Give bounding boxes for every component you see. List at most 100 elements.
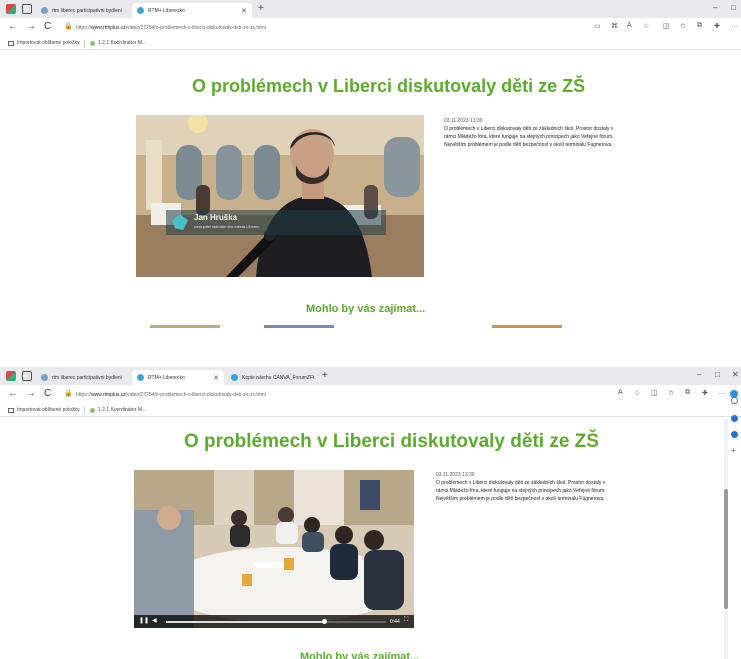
video-frame-interview [136, 115, 424, 277]
seek-knob[interactable] [322, 619, 328, 624]
speaker-title: zastupitel statutárního města Liberec [194, 224, 260, 229]
page-scrollbar[interactable] [724, 419, 728, 659]
grid-icon[interactable]: ⌘ [611, 22, 618, 30]
restore-button[interactable]: □ [715, 370, 720, 379]
favorite-label: Importovat oblíbené položky [17, 40, 80, 46]
split-screen-icon[interactable]: ◫ [651, 389, 658, 397]
favorites-icon[interactable]: ✩ [680, 22, 686, 30]
read-aloud-icon[interactable]: A [618, 389, 623, 396]
related-thumbnail[interactable] [376, 325, 446, 328]
sidebar-tools-icon[interactable] [731, 415, 738, 422]
back-button[interactable]: ← [8, 388, 18, 399]
related-heading: Mohlo by vás zajímat... [306, 303, 426, 315]
related-thumbnail[interactable] [150, 325, 220, 328]
favorite-label: 1.2.1 Koordinátor M... [98, 407, 147, 413]
edge-profile-icon[interactable] [6, 4, 16, 14]
back-button[interactable]: ← [8, 21, 18, 32]
search-icon [41, 7, 48, 14]
play-icon[interactable]: ❚❚ [139, 617, 149, 624]
url-field[interactable]: https://www.rtmplus.cz/video/27254/o-pro… [76, 392, 266, 398]
lock-icon[interactable]: 🔒 [64, 22, 73, 30]
split-screen-icon[interactable]: ◫ [663, 22, 670, 30]
url-field[interactable]: https://www.rtmplus.cz/video/27254/o-pro… [76, 25, 266, 31]
close-window-button[interactable]: ✕ [732, 370, 739, 379]
video-player[interactable]: ❚❚ ◀ 0:44 ⛶ [134, 470, 414, 628]
favorite-label: Importovat oblíbené položky [17, 407, 80, 413]
related-heading: Mohlo by vás zajímat... [300, 651, 420, 659]
favorite-star-icon[interactable]: ☆ [643, 22, 649, 30]
globe-icon [90, 407, 95, 413]
collections-icon[interactable]: ⧉ [697, 22, 702, 30]
tab-label: RTM+ Liberecko [148, 7, 185, 14]
tab-canva[interactable]: Kopie návrhu CANVA_ForumZFt ✕ [226, 370, 318, 385]
reload-button[interactable]: C [44, 388, 51, 399]
forward-button[interactable]: → [26, 21, 36, 32]
folder-icon [8, 407, 14, 413]
favorite-star-icon[interactable]: ☆ [634, 389, 640, 397]
rtm-favicon-icon [137, 374, 144, 381]
app-available-icon[interactable]: ▭ [594, 22, 601, 30]
sidebar-add-icon[interactable]: + [731, 447, 738, 455]
forward-button[interactable]: → [26, 388, 36, 399]
page-title: O problémech v Liberci diskutovaly děti … [192, 76, 586, 96]
address-bar-row: ← → C 🔒 https://www.rtmplus.cz/video/272… [0, 385, 741, 404]
favorites-bar: Importovat oblíbené položky 1.2.1 Koordi… [0, 37, 741, 50]
article-body: O problémech v Liberci diskutovaly děti … [436, 480, 606, 502]
article-text: 03.11.2023 13:39 O problémech v Liberci … [444, 117, 620, 149]
sidebar-outlook-icon[interactable] [731, 431, 738, 438]
rtm-logo-icon [172, 214, 188, 230]
new-tab-button[interactable]: + [258, 3, 264, 14]
tab-actions-icon[interactable] [22, 4, 32, 14]
extensions-icon[interactable]: ✚ [702, 389, 708, 397]
seek-bar[interactable] [166, 619, 386, 624]
related-thumbnail[interactable] [492, 325, 562, 328]
favorite-koordinator[interactable]: 1.2.1 Koordinátor M... [90, 40, 146, 46]
video-time: 0:44 [390, 619, 400, 625]
new-tab-button[interactable]: + [322, 370, 328, 381]
tab-rtm-liberecko[interactable]: RTM+ Liberecko ✕ [132, 370, 224, 385]
video-controls: ❚❚ ◀ 0:44 ⛶ [134, 615, 414, 628]
tab-rtm-liberecko[interactable]: RTM+ Liberecko ✕ [132, 3, 252, 18]
url-prefix: https:// [76, 392, 92, 398]
related-thumbnail[interactable] [264, 325, 334, 328]
reload-button[interactable]: C [44, 21, 51, 32]
speaker-name: Jan Hruška [194, 213, 238, 222]
close-tab-icon[interactable]: ✕ [235, 7, 247, 15]
browser-window-1: rtm liberec participativni bydleni ✕ RTM… [0, 0, 741, 328]
lock-icon[interactable]: 🔒 [64, 389, 73, 397]
browser-window-2: rtm liberec participativni bydleni ✕ RTM… [0, 367, 741, 659]
globe-icon [90, 40, 95, 46]
search-icon [41, 374, 48, 381]
video-player[interactable]: Jan Hruška zastupitel statutárního města… [136, 115, 424, 277]
restore-button[interactable]: □ [731, 3, 736, 12]
tab-label: rtm liberec participativni bydleni [52, 7, 122, 14]
favorite-koordinator[interactable]: 1.2.1 Koordinátor M... [90, 407, 146, 413]
collections-icon[interactable]: ⧉ [685, 389, 690, 397]
close-tab-icon[interactable]: ✕ [122, 7, 129, 15]
favorite-import[interactable]: Importovat oblíbené položky [8, 407, 80, 413]
extensions-icon[interactable]: ✚ [714, 22, 720, 30]
url-path: /video/27254/o-problemech-v-liberci-disk… [125, 392, 266, 398]
tab-actions-icon[interactable] [22, 371, 32, 381]
close-tab-icon[interactable]: ✕ [314, 374, 318, 382]
volume-icon[interactable]: ◀ [152, 617, 157, 624]
minimize-button[interactable]: – [713, 3, 717, 12]
close-tab-icon[interactable]: ✕ [207, 374, 219, 382]
tab-participativni[interactable]: rtm liberec participativni bydleni ✕ [36, 370, 128, 385]
video-frame-discussion [134, 470, 414, 628]
read-aloud-icon[interactable]: A [627, 22, 632, 29]
fullscreen-icon[interactable]: ⛶ [404, 617, 408, 624]
close-tab-icon[interactable]: ✕ [122, 374, 129, 382]
more-icon[interactable]: … [731, 22, 738, 29]
minimize-button[interactable]: – [697, 370, 701, 379]
tab-participativni[interactable]: rtm liberec participativni bydleni ✕ [36, 3, 128, 18]
edge-profile-icon[interactable] [6, 371, 16, 381]
sidebar-search-icon[interactable] [731, 397, 738, 404]
more-icon[interactable]: … [718, 389, 725, 396]
favorite-import[interactable]: Importovat oblíbené položky [8, 40, 80, 46]
favorites-icon[interactable]: ✩ [668, 389, 674, 397]
tab-label: rtm liberec participativni bydleni [52, 374, 122, 381]
publish-date: 03.11.2023 13:39 [444, 118, 483, 124]
scrollbar-thumb[interactable] [724, 489, 728, 609]
favorites-bar: Importovat oblíbené položky 1.2.1 Koordi… [0, 404, 741, 417]
